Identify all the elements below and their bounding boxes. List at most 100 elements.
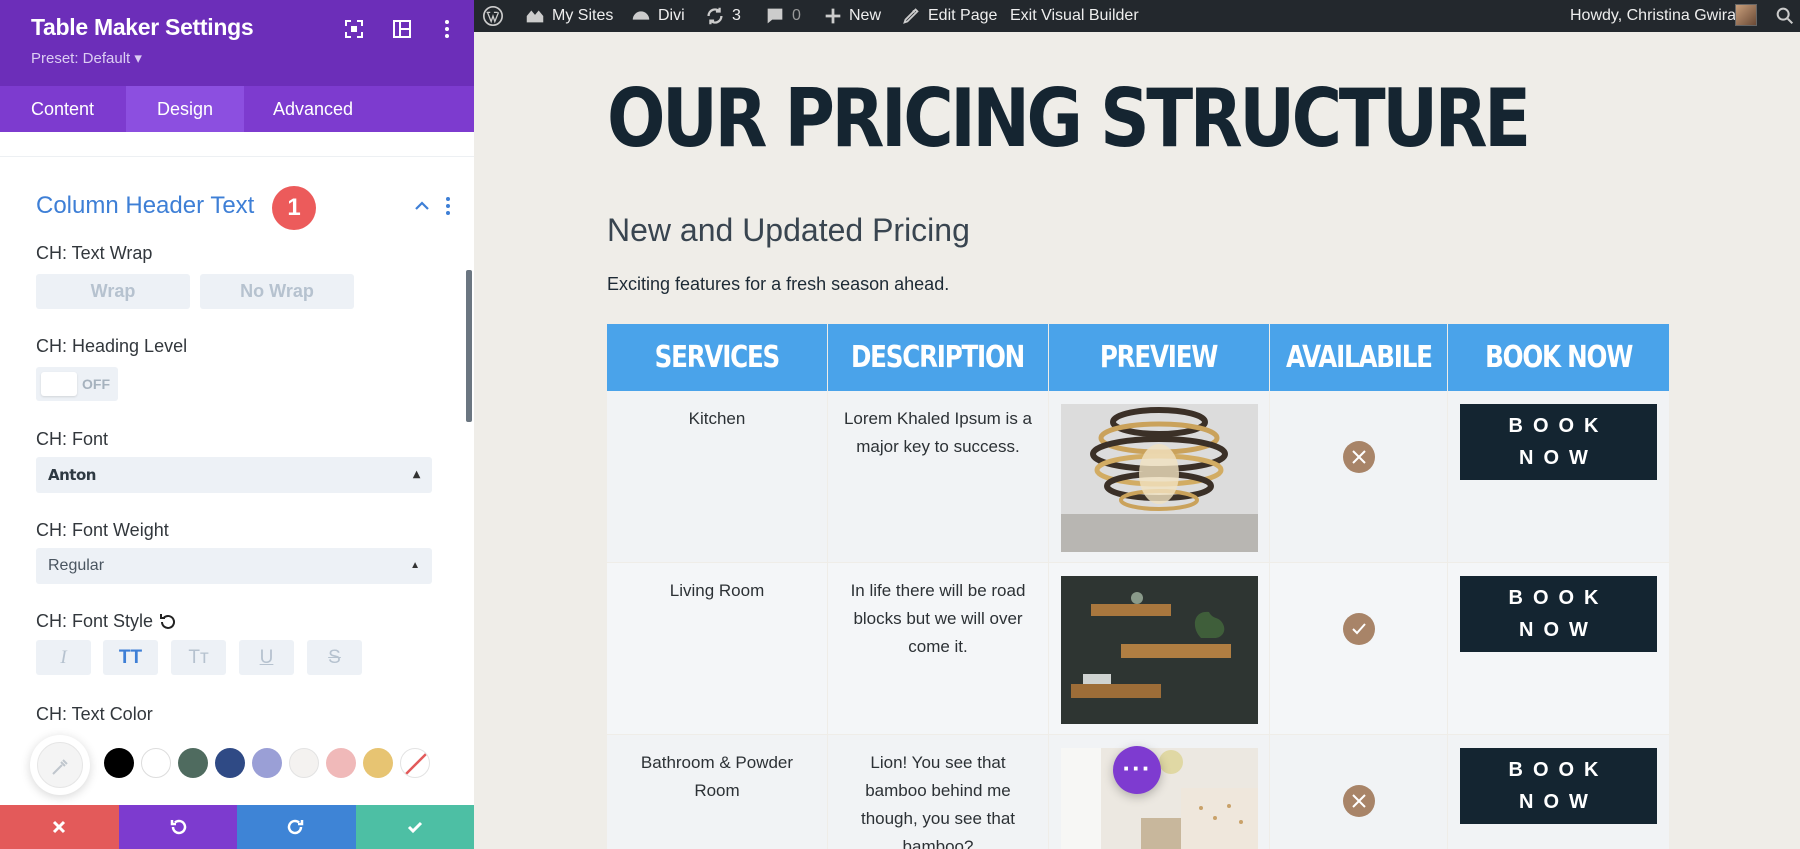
service-cell: Kitchen bbox=[607, 391, 827, 562]
tab-content[interactable]: Content bbox=[0, 86, 125, 132]
available-check-icon bbox=[1343, 613, 1375, 645]
capitalize-button[interactable]: Tт bbox=[171, 640, 226, 675]
fullscreen-icon[interactable] bbox=[342, 17, 366, 41]
tab-design[interactable]: Design bbox=[126, 86, 245, 132]
step-badge: 1 bbox=[272, 186, 316, 230]
swatch-cream[interactable] bbox=[289, 748, 319, 778]
book-now-label-line: BOOK bbox=[1508, 415, 1609, 437]
panel-title: Table Maker Settings bbox=[31, 14, 254, 40]
new-menu[interactable]: New bbox=[822, 0, 881, 32]
chevron-up-icon[interactable] bbox=[412, 196, 432, 216]
book-now-button[interactable]: BOOK NOW bbox=[1460, 748, 1657, 824]
eyedropper-icon bbox=[37, 742, 83, 788]
swatch-white[interactable] bbox=[141, 748, 171, 778]
service-cell: Living Room bbox=[607, 563, 827, 734]
my-sites-label: My Sites bbox=[552, 7, 614, 24]
font-weight-select[interactable]: Regular ▲ bbox=[36, 548, 432, 584]
layout-icon[interactable] bbox=[390, 17, 414, 41]
section-title[interactable]: Column Header Text bbox=[36, 192, 254, 220]
panel-tabs: Content Design Advanced bbox=[0, 86, 474, 132]
unavailable-icon bbox=[1343, 441, 1375, 473]
service-cell: Bathroom & Powder Room bbox=[607, 735, 827, 849]
description-cell: In life there will be road blocks but we… bbox=[828, 563, 1048, 734]
heading-level-label: CH: Heading Level bbox=[36, 336, 188, 356]
save-button[interactable] bbox=[355, 805, 474, 849]
italic-button[interactable]: I bbox=[36, 640, 91, 675]
wrap-option[interactable]: Wrap bbox=[36, 274, 190, 309]
swatch-lavender[interactable] bbox=[252, 748, 282, 778]
description-cell: Lion! You see that bamboo behind me thou… bbox=[828, 735, 1048, 849]
toggle-knob bbox=[41, 372, 77, 396]
font-weight-value: Regular bbox=[48, 557, 105, 574]
description-cell: Lorem Khaled Ipsum is a major key to suc… bbox=[828, 391, 1048, 562]
swatch-gold[interactable] bbox=[363, 748, 393, 778]
updates-menu[interactable]: 3 bbox=[704, 0, 741, 32]
heading-level-toggle[interactable]: OFF bbox=[36, 367, 118, 401]
comments-count: 0 bbox=[792, 7, 801, 24]
text-wrap-label: CH: Text Wrap bbox=[36, 243, 153, 263]
more-options-icon[interactable] bbox=[435, 17, 459, 41]
column-header-text: PREVIEW bbox=[1100, 340, 1219, 375]
more-horizontal-icon: ··· bbox=[1122, 753, 1152, 783]
divi-menu[interactable]: Divi bbox=[630, 0, 685, 32]
color-picker[interactable] bbox=[30, 735, 90, 795]
comments-menu[interactable]: 0 bbox=[764, 0, 801, 32]
panel-header: Table Maker Settings Preset: Default ▾ bbox=[0, 0, 474, 86]
uppercase-button[interactable]: TT bbox=[103, 640, 158, 675]
column-header-text: BOOK NOW bbox=[1484, 340, 1633, 375]
swatch-none[interactable] bbox=[400, 748, 430, 778]
toggle-state: OFF bbox=[82, 376, 110, 392]
book-now-label-line: NOW bbox=[1519, 791, 1598, 813]
undo-button[interactable] bbox=[118, 805, 237, 849]
available-cell bbox=[1270, 563, 1447, 734]
wp-admin-bar: My Sites Divi 3 0 New Edit Page Exit Vis… bbox=[474, 0, 1800, 32]
nowrap-option[interactable]: No Wrap bbox=[200, 274, 354, 309]
swatch-green[interactable] bbox=[178, 748, 208, 778]
exit-visual-builder-link[interactable]: Exit Visual Builder bbox=[1010, 0, 1139, 32]
my-sites-menu[interactable]: My Sites bbox=[524, 0, 613, 32]
preset-dropdown[interactable]: Preset: Default ▾ bbox=[31, 49, 142, 67]
unavailable-icon bbox=[1343, 785, 1375, 817]
strikethrough-button[interactable]: S bbox=[307, 640, 362, 675]
book-now-button[interactable]: BOOK NOW bbox=[1460, 576, 1657, 652]
new-label: New bbox=[849, 7, 882, 24]
panel-body: Column Header Text 1 CH: Text Wrap Wrap … bbox=[0, 132, 474, 805]
underline-button[interactable]: U bbox=[239, 640, 294, 675]
user-greeting[interactable]: Howdy, Christina Gwira bbox=[1570, 0, 1736, 32]
column-header-text: DESCRIPTION bbox=[851, 340, 1025, 375]
cancel-button[interactable] bbox=[0, 805, 119, 849]
search-icon[interactable] bbox=[1774, 0, 1796, 32]
updates-count: 3 bbox=[732, 7, 741, 24]
check-icon bbox=[407, 821, 422, 834]
select-arrows-icon: ▲ bbox=[412, 469, 421, 480]
page-lead: Exciting features for a fresh season ahe… bbox=[607, 274, 950, 294]
swatch-navy[interactable] bbox=[215, 748, 245, 778]
book-now-label-line: NOW bbox=[1519, 447, 1598, 469]
builder-menu-button[interactable]: ··· bbox=[1113, 746, 1161, 794]
close-icon bbox=[53, 820, 66, 834]
wordpress-logo-icon[interactable] bbox=[482, 0, 504, 32]
reset-icon[interactable] bbox=[156, 610, 180, 634]
preview-image-living-room bbox=[1061, 576, 1258, 724]
font-select[interactable]: Anton ▲ bbox=[36, 457, 432, 493]
column-header: PREVIEW bbox=[1049, 324, 1269, 391]
available-cell bbox=[1270, 391, 1447, 562]
page-canvas: OUR PRICING STRUCTURE New and Updated Pr… bbox=[474, 32, 1800, 849]
select-arrows-icon: ▲ bbox=[410, 560, 420, 571]
edit-page-link[interactable]: Edit Page bbox=[900, 0, 997, 32]
column-header: DESCRIPTION bbox=[828, 324, 1048, 391]
page-title: OUR PRICING STRUCTURE bbox=[607, 72, 1531, 165]
section-more-icon[interactable] bbox=[440, 195, 456, 217]
column-header-text: SERVICES bbox=[654, 340, 781, 375]
tab-advanced[interactable]: Advanced bbox=[242, 86, 384, 132]
preview-image-kitchen bbox=[1061, 404, 1258, 552]
panel-scrollbar[interactable] bbox=[466, 270, 472, 422]
avatar[interactable] bbox=[1735, 4, 1757, 26]
book-now-label-line: NOW bbox=[1519, 619, 1598, 641]
swatch-pink[interactable] bbox=[326, 748, 356, 778]
swatch-black[interactable] bbox=[104, 748, 134, 778]
redo-icon bbox=[288, 819, 304, 835]
redo-button[interactable] bbox=[237, 805, 356, 849]
column-header-text: AVAILABILE bbox=[1285, 340, 1433, 375]
book-now-button[interactable]: BOOK NOW bbox=[1460, 404, 1657, 480]
